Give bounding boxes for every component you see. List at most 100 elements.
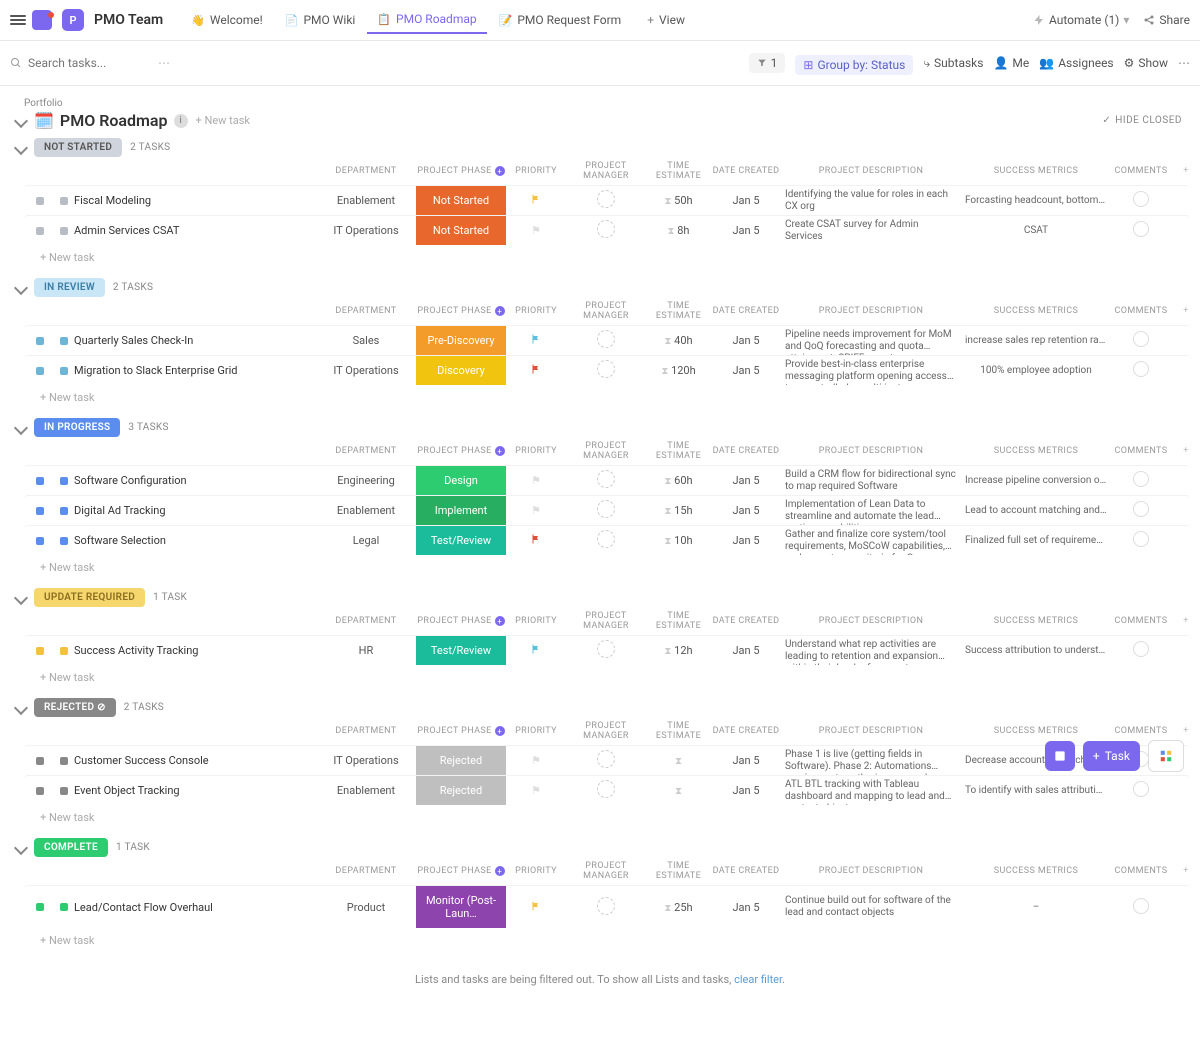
column-header[interactable]: TIME ESTIMATE — [646, 861, 711, 881]
comment-icon[interactable] — [1133, 331, 1149, 347]
task-row[interactable]: Customer Success Console IT Operations R… — [24, 745, 1190, 775]
task-row[interactable]: Digital Ad Tracking Enablement Implement… — [24, 495, 1190, 525]
task-name[interactable]: Lead/Contact Flow Overhaul — [74, 901, 213, 914]
date-created-cell[interactable]: Jan 5 — [711, 334, 781, 347]
avatar-placeholder-icon[interactable] — [597, 190, 615, 208]
task-name[interactable]: Customer Success Console — [74, 754, 209, 767]
phase-plus-icon[interactable]: + — [495, 306, 505, 316]
task-status-dot[interactable] — [36, 477, 44, 485]
comment-icon[interactable] — [1133, 501, 1149, 517]
status-pill[interactable]: REJECTED ⊘ — [34, 698, 116, 717]
task-checkbox[interactable] — [60, 367, 68, 375]
description-cell[interactable]: Identifying the value for roles in each … — [781, 187, 961, 215]
success-metrics-cell[interactable]: Increase pipeline conversion of new busi… — [961, 475, 1111, 486]
column-header[interactable]: SUCCESS METRICS — [961, 726, 1111, 736]
date-created-cell[interactable]: Jan 5 — [711, 504, 781, 517]
column-header[interactable]: PROJECT PHASE+ — [416, 616, 506, 626]
time-estimate-cell[interactable]: ⧗ — [646, 754, 711, 767]
status-pill[interactable]: NOT STARTED — [34, 138, 122, 157]
task-checkbox[interactable] — [60, 477, 68, 485]
project-manager-cell[interactable] — [566, 750, 646, 771]
column-header[interactable]: DATE CREATED — [711, 166, 781, 176]
collapse-list-icon[interactable] — [14, 113, 28, 127]
date-created-cell[interactable]: Jan 5 — [711, 784, 781, 797]
date-created-cell[interactable]: Jan 5 — [711, 901, 781, 914]
task-checkbox[interactable] — [60, 757, 68, 765]
task-fab-button[interactable]: +Task — [1083, 741, 1140, 771]
column-header[interactable]: PRIORITY — [506, 166, 566, 176]
task-checkbox[interactable] — [60, 197, 68, 205]
column-header[interactable]: PROJECT MANAGER — [566, 441, 646, 461]
column-header[interactable]: DEPARTMENT — [316, 446, 416, 456]
new-task-button[interactable]: + New task — [40, 555, 1190, 580]
description-cell[interactable]: Continue build out for software of the l… — [781, 893, 961, 921]
comment-icon[interactable] — [1133, 471, 1149, 487]
phase-cell[interactable]: Test/Review — [416, 526, 506, 555]
project-manager-cell[interactable] — [566, 190, 646, 211]
date-created-cell[interactable]: Jan 5 — [711, 364, 781, 377]
description-cell[interactable]: Pipeline needs improvement for MoM and Q… — [781, 327, 961, 355]
phase-cell[interactable]: Discovery — [416, 356, 506, 385]
task-row[interactable]: Lead/Contact Flow Overhaul Product Monit… — [24, 885, 1190, 928]
priority-flag-icon[interactable]: ⚑ — [531, 754, 541, 767]
avatar-placeholder-icon[interactable] — [597, 640, 615, 658]
task-checkbox[interactable] — [60, 537, 68, 545]
info-icon[interactable]: i — [174, 114, 188, 128]
column-header[interactable]: DEPARTMENT — [316, 616, 416, 626]
column-header[interactable]: COMMENTS — [1111, 306, 1171, 316]
date-created-cell[interactable]: Jan 5 — [711, 474, 781, 487]
task-status-dot[interactable] — [36, 507, 44, 515]
task-status-dot[interactable] — [36, 337, 44, 345]
add-column-button[interactable]: + — [1171, 446, 1200, 456]
column-header[interactable]: TIME ESTIMATE — [646, 441, 711, 461]
search-input[interactable] — [28, 56, 148, 70]
task-checkbox[interactable] — [60, 337, 68, 345]
group-by-button[interactable]: ⊞Group by: Status — [795, 55, 913, 75]
column-header[interactable]: SUCCESS METRICS — [961, 616, 1111, 626]
priority-cell[interactable] — [506, 363, 566, 378]
task-row[interactable]: Event Object Tracking Enablement Rejecte… — [24, 775, 1190, 805]
priority-cell[interactable] — [506, 533, 566, 548]
status-pill[interactable]: IN PROGRESS — [34, 418, 120, 437]
add-view-button[interactable]: +View — [637, 7, 695, 33]
phase-cell[interactable]: Rejected — [416, 776, 506, 805]
column-header[interactable]: PROJECT DESCRIPTION — [781, 166, 961, 176]
time-estimate-cell[interactable]: ⧗ 15h — [646, 504, 711, 517]
new-task-button[interactable]: + New task — [40, 245, 1190, 270]
search[interactable] — [10, 56, 148, 70]
avatar-placeholder-icon[interactable] — [597, 500, 615, 518]
column-header[interactable]: PROJECT PHASE+ — [416, 446, 506, 456]
column-header[interactable]: PROJECT MANAGER — [566, 161, 646, 181]
priority-flag-icon[interactable]: ⚑ — [531, 224, 541, 237]
task-status-dot[interactable] — [36, 227, 44, 235]
department-cell[interactable]: IT Operations — [316, 224, 416, 237]
task-row[interactable]: Software Selection Legal Test/Review ⧗ 1… — [24, 525, 1190, 555]
priority-cell[interactable] — [506, 900, 566, 915]
automate-button[interactable]: Automate (1) ▾ — [1033, 13, 1129, 27]
collapse-group-icon[interactable] — [14, 420, 28, 434]
task-row[interactable]: Quarterly Sales Check-In Sales Pre-Disco… — [24, 325, 1190, 355]
task-checkbox[interactable] — [60, 227, 68, 235]
avatar-placeholder-icon[interactable] — [597, 750, 615, 768]
column-header[interactable]: DATE CREATED — [711, 306, 781, 316]
column-header[interactable]: DATE CREATED — [711, 446, 781, 456]
phase-cell[interactable]: Implement — [416, 496, 506, 525]
date-created-cell[interactable]: Jan 5 — [711, 224, 781, 237]
collapse-group-icon[interactable] — [14, 700, 28, 714]
column-header[interactable]: SUCCESS METRICS — [961, 446, 1111, 456]
task-row[interactable]: Admin Services CSAT IT Operations Not St… — [24, 215, 1190, 245]
collapse-group-icon[interactable] — [14, 140, 28, 154]
comments-cell[interactable] — [1111, 898, 1171, 917]
phase-plus-icon[interactable]: + — [495, 166, 505, 176]
task-name[interactable]: Admin Services CSAT — [74, 224, 179, 237]
tab-pmo-roadmap[interactable]: 📋PMO Roadmap — [367, 6, 486, 34]
success-metrics-cell[interactable]: CSAT — [961, 225, 1111, 236]
column-header[interactable]: PRIORITY — [506, 306, 566, 316]
description-cell[interactable]: Implementation of Lean Data to streamlin… — [781, 497, 961, 525]
subtasks-button[interactable]: ⤷Subtasks — [923, 56, 983, 71]
column-header[interactable]: TIME ESTIMATE — [646, 721, 711, 741]
task-status-dot[interactable] — [36, 197, 44, 205]
new-task-button[interactable]: + New task — [40, 665, 1190, 690]
new-task-button[interactable]: + New task — [40, 928, 1190, 953]
column-header[interactable]: COMMENTS — [1111, 166, 1171, 176]
